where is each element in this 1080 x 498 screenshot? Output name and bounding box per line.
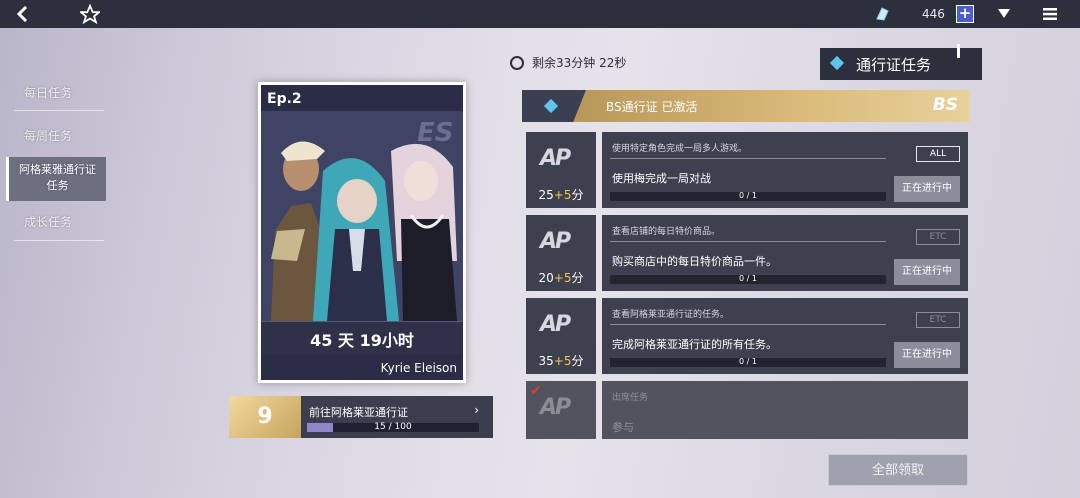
quest-title: 参与 [612,421,634,434]
pass-time-left: 45 天 19小时 [310,331,414,350]
pass-status-text: BS通行证 已激活 [606,100,698,114]
star-home-icon[interactable] [80,4,100,24]
header-marker [957,44,960,58]
goto-pass-label: 前往阿格莱亚通行证 [309,406,408,419]
quest-item-completed: ✔ AP 出席任务 参与 [526,381,968,439]
quest-divider [610,158,886,159]
quest-description: 查看店铺的每日特价商品。 [612,227,721,237]
quest-points: 25+5分 [538,188,584,202]
bs-logo: BS [932,95,958,115]
quest-progress-text: 0 / 1 [739,274,757,283]
quest-points: 35+5分 [538,354,584,368]
nav-daily-quests[interactable]: 每日任务 [10,84,106,101]
nav-pass-quests-line1: 阿格莱雅通行证 [19,163,96,176]
crystal-icon [876,7,889,21]
level-progress-text: 15 / 100 [374,422,412,432]
pass-quests-header: 通行证任务 [820,44,982,80]
quest-divider [610,324,886,325]
back-arrow-icon[interactable] [12,4,32,24]
currency-count: 446 [922,7,945,21]
pass-status-bar: BS通行证 已激活 BS [522,90,970,122]
quest-body: 出席任务 参与 [602,381,968,439]
quest-item: AP 20+5分 查看店铺的每日特价商品。 ETC 购买商店中的每日特价商品一件… [526,215,968,291]
ap-icon: AP [540,395,571,420]
quest-body: 查看阿格莱亚通行证的任务。 ETC 完成阿格莱亚通行证的所有任务。 0 / 1 … [602,298,968,374]
quest-progress-text: 0 / 1 [739,357,757,366]
pass-quests-title: 通行证任务 [856,56,932,74]
diamond-icon [829,55,845,71]
add-currency-button[interactable]: + [956,5,974,23]
nav-pass-quests[interactable]: 阿格莱雅通行证 任务 [6,157,106,201]
level-progress-bar: 15 / 100 [307,422,479,432]
quest-reward-box: ✔ AP [526,381,596,439]
nav-divider [14,240,104,241]
top-bar: 446 + [0,0,1080,28]
quest-reward-box: AP 35+5分 [526,298,596,374]
svg-text:ES: ES [417,118,454,148]
season-pass-card[interactable]: Ep.2 ES 45 天 19小时 Kyrie Eleison [258,82,466,383]
quest-reward-box: AP 25+5分 [526,132,596,208]
quest-title: 使用梅完成一局对战 [612,172,711,185]
quest-title: 购买商店中的每日特价商品一件。 [612,255,777,268]
ap-icon: AP [540,312,571,337]
quest-body: 使用特定角色完成一局多人游戏。 ALL 使用梅完成一局对战 0 / 1 正在进行… [602,132,968,208]
pass-subtitle: Kyrie Eleison [380,361,457,375]
pass-level-bar[interactable]: 9 前往阿格莱亚通行证 › 15 / 100 [229,396,493,438]
remaining-timer: 剩余33分钟 22秒 [510,54,626,71]
dropdown-triangle-icon[interactable] [994,4,1014,24]
pass-level-number: 9 [229,396,301,438]
remaining-time-text: 剩余33分钟 22秒 [532,56,627,70]
episode-label: Ep.2 [267,91,302,107]
chevron-right-icon: › [474,403,479,417]
in-progress-button[interactable]: 正在进行中 [894,259,960,285]
quest-mode-tag: ETC [916,229,960,245]
quest-reward-box: AP 20+5分 [526,215,596,291]
nav-pass-quests-line2: 任务 [46,179,69,192]
nav-divider [14,110,104,111]
quest-mode-tag: ETC [916,312,960,328]
quest-progress-text: 0 / 1 [739,191,757,200]
quest-progress-bar: 0 / 1 [610,357,886,367]
quest-mode-tag: ALL [916,146,960,162]
quest-item: AP 35+5分 查看阿格莱亚通行证的任务。 ETC 完成阿格莱亚通行证的所有任… [526,298,968,374]
quest-item: AP 25+5分 使用特定角色完成一局多人游戏。 ALL 使用梅完成一局对战 0… [526,132,968,208]
in-progress-button[interactable]: 正在进行中 [894,342,960,368]
quest-progress-bar: 0 / 1 [610,274,886,284]
claim-all-button[interactable]: 全部领取 [828,454,968,486]
quest-points: 20+5分 [538,271,584,285]
quest-description: 查看阿格莱亚通行证的任务。 [612,310,730,320]
nav-weekly-quests[interactable]: 每周任务 [10,127,106,144]
quest-body: 查看店铺的每日特价商品。 ETC 购买商店中的每日特价商品一件。 0 / 1 正… [602,215,968,291]
quest-description: 出席任务 [612,393,649,403]
quest-progress-bar: 0 / 1 [610,191,886,201]
character-artwork: ES [261,111,463,321]
ap-icon: AP [540,229,571,254]
in-progress-button[interactable]: 正在进行中 [894,176,960,202]
ap-icon: AP [540,146,571,171]
quest-divider [610,241,886,242]
clock-icon [510,56,524,70]
quest-title: 完成阿格莱亚通行证的所有任务。 [612,338,777,351]
menu-icon[interactable] [1040,4,1060,24]
nav-growth-quests[interactable]: 成长任务 [10,213,106,230]
quest-description: 使用特定角色完成一局多人游戏。 [612,144,748,154]
